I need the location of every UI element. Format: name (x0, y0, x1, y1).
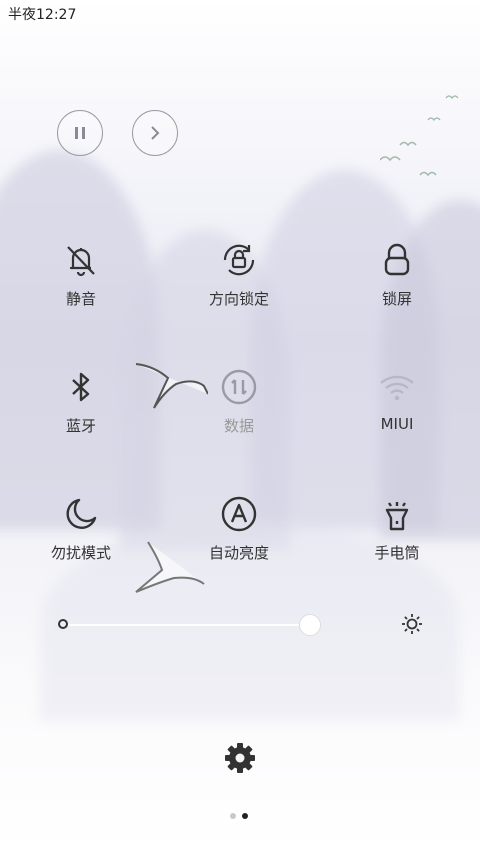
tile-do-not-disturb[interactable]: 勿扰模式 (21, 494, 141, 563)
tile-bluetooth[interactable]: 蓝牙 (21, 367, 141, 436)
auto-brightness-icon (221, 496, 257, 532)
moon-icon (66, 498, 97, 529)
gear-icon[interactable] (224, 742, 256, 774)
tile-mobile-data[interactable]: 数据 (179, 367, 299, 436)
tile-mute[interactable]: 静音 (21, 240, 141, 309)
tile-auto-brightness[interactable]: 自动亮度 (179, 494, 299, 563)
tile-label: 静音 (65, 290, 96, 308)
next-button[interactable] (132, 110, 178, 156)
tile-flashlight[interactable]: 手电筒 (337, 494, 457, 563)
bluetooth-icon (72, 372, 90, 402)
tile-label: MIUI (380, 415, 414, 433)
tile-label: 蓝牙 (65, 417, 96, 435)
pause-icon (75, 127, 85, 139)
brightness-high-icon (402, 614, 422, 634)
tile-label: 自动亮度 (208, 544, 269, 562)
tile-lock-screen[interactable]: 锁屏 (337, 240, 457, 309)
tile-label: 手电筒 (374, 544, 420, 562)
tile-wifi[interactable]: MIUI (337, 367, 457, 433)
page-indicator-dot-1 (230, 813, 236, 819)
next-icon (151, 126, 160, 140)
brightness-low-icon (58, 619, 68, 629)
tile-rotation-lock[interactable]: 方向锁定 (179, 240, 299, 309)
brightness-slider-track[interactable] (66, 624, 306, 626)
flashlight-icon (385, 502, 409, 531)
wifi-icon (380, 375, 414, 401)
pause-button[interactable] (57, 110, 103, 156)
page-indicator-dot-2 (242, 813, 248, 819)
tile-label: 方向锁定 (208, 290, 269, 308)
rotation-lock-icon (223, 244, 255, 276)
bell-off-icon (67, 246, 95, 277)
birds-illustration (380, 95, 459, 177)
mobile-data-icon (221, 369, 257, 405)
lock-icon (384, 243, 410, 276)
tile-label: 数据 (223, 417, 254, 435)
tile-label: 锁屏 (381, 290, 412, 308)
tile-label: 勿扰模式 (50, 544, 111, 562)
status-time: 半夜12:27 (8, 7, 77, 23)
brightness-slider-thumb[interactable] (299, 614, 321, 636)
